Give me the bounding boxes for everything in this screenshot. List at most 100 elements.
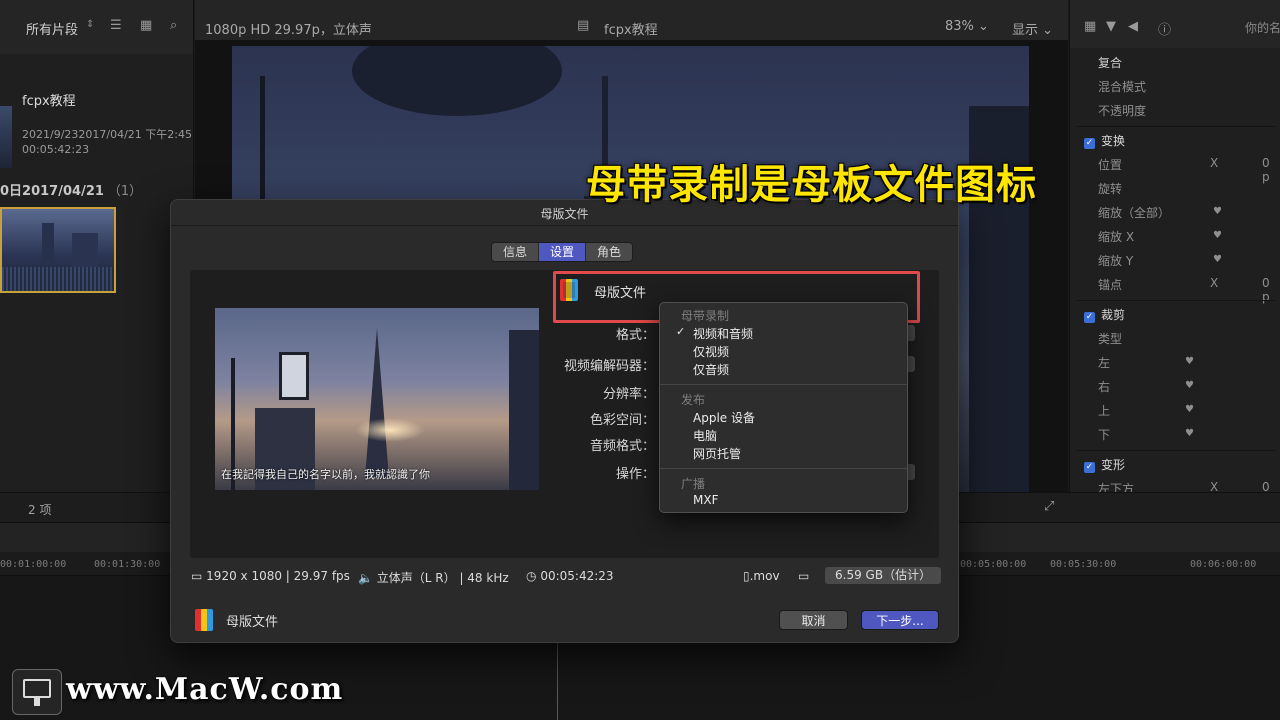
audio-icon[interactable]: ◀ bbox=[1128, 19, 1138, 34]
crop-right-label: 右 bbox=[1098, 380, 1111, 394]
menu-section-mastering: 母带录制 bbox=[681, 309, 730, 323]
video-codec-popup-edge[interactable] bbox=[907, 356, 915, 372]
speaker-icon: 🔈 bbox=[358, 571, 373, 585]
rotation-label: 旋转 bbox=[1098, 182, 1123, 196]
menu-item-web-hosting[interactable]: 网页托管 bbox=[693, 445, 741, 462]
menu-item-audio-only[interactable]: 仅音频 bbox=[693, 361, 729, 378]
action-popup-edge[interactable] bbox=[907, 464, 915, 480]
share-dialog: 母版文件 信息 设置 角色 在我記得我自己的名字以前，我就認識了你 母版文件 格… bbox=[170, 199, 959, 643]
library-toolbar: 所有片段 ⇕ ☰ ▦ ⌕ bbox=[0, 0, 194, 54]
next-button[interactable]: 下一步... bbox=[861, 610, 939, 630]
viewer-zoom[interactable]: 83% ⌄ bbox=[945, 19, 989, 34]
item-count: 2 项 bbox=[28, 503, 52, 517]
search-icon[interactable]: ⌕ bbox=[170, 18, 177, 33]
tab-roles[interactable]: 角色 bbox=[586, 243, 633, 261]
project-dates: 2021/9/232017/04/21 下午2:45 bbox=[22, 128, 193, 141]
clip-thumbnail[interactable] bbox=[0, 207, 116, 293]
crop-type-label: 类型 bbox=[1098, 332, 1123, 346]
fullscreen-icon[interactable]: ⤢ bbox=[1044, 499, 1054, 514]
scale-y-label: 缩放 Y bbox=[1098, 254, 1134, 268]
opacity-label: 不透明度 bbox=[1098, 104, 1147, 118]
position-x-value[interactable]: 0 p bbox=[1262, 156, 1280, 184]
ruler-tick: 00:01:30:00 bbox=[94, 559, 161, 570]
event-group-title: 0日2017/04/21 bbox=[0, 184, 104, 199]
scale-all-label: 缩放（全部） bbox=[1098, 206, 1171, 220]
frame-size-icon: ▭ bbox=[191, 569, 203, 583]
format-label: 格式： bbox=[615, 328, 655, 343]
position-x-label: X bbox=[1210, 156, 1219, 170]
meta-audio: 🔈 立体声（L R） | 48 kHz bbox=[358, 571, 509, 585]
clapper-icon: ▤ bbox=[577, 18, 590, 33]
keyframe-icon[interactable]: ♥ bbox=[1185, 380, 1194, 391]
keyframe-icon[interactable]: ♥ bbox=[1213, 254, 1222, 265]
distort-section[interactable]: ✓ 变形 bbox=[1084, 456, 1125, 473]
film-icon[interactable]: ▦ bbox=[1084, 19, 1096, 34]
menu-item-video-only[interactable]: 仅视频 bbox=[693, 343, 729, 360]
checkmark-icon: ✓ bbox=[676, 325, 686, 338]
ruler-tick: 00:01:00:00 bbox=[0, 559, 67, 570]
menu-item-video-audio[interactable]: 视频和音频 bbox=[693, 325, 753, 342]
resolution-label: 分辨率： bbox=[602, 387, 655, 402]
ruler-tick: 00:05:00:00 bbox=[960, 559, 1027, 570]
library-filter-label[interactable]: 所有片段 bbox=[26, 19, 78, 38]
watermark-text: www.MacW.com bbox=[66, 672, 344, 707]
event-group-count: （1） bbox=[107, 184, 143, 199]
color-space-label: 色彩空间： bbox=[589, 413, 655, 428]
position-label: 位置 bbox=[1098, 158, 1123, 172]
keyframe-icon[interactable]: ♥ bbox=[1213, 206, 1222, 217]
cancel-button[interactable]: 取消 bbox=[779, 610, 848, 630]
menu-section-publish: 发布 bbox=[681, 393, 706, 407]
tutorial-annotation: 母带录制是母板文件图标 bbox=[586, 162, 1037, 208]
tab-settings[interactable]: 设置 bbox=[539, 243, 587, 261]
crop-top-label: 上 bbox=[1098, 404, 1111, 418]
clock-icon: ◷ bbox=[526, 569, 537, 583]
meta-duration: ◷ 00:05:42:23 bbox=[526, 569, 614, 583]
viewer-project-name: fcpx教程 bbox=[604, 23, 658, 38]
estimated-size: 6.59 GB（估计） bbox=[825, 567, 942, 584]
chevron-updown-icon[interactable]: ⇕ bbox=[86, 19, 94, 30]
blend-mode-label: 混合模式 bbox=[1098, 80, 1147, 94]
filmstrip-icon[interactable]: ▦ bbox=[140, 18, 152, 33]
format-popup-edge[interactable] bbox=[907, 325, 915, 341]
viewer-display-menu[interactable]: 显示 ⌄ bbox=[1012, 19, 1053, 38]
playhead[interactable] bbox=[557, 640, 558, 720]
crop-section[interactable]: ✓ 裁剪 bbox=[1084, 306, 1125, 323]
project-name[interactable]: fcpx教程 bbox=[22, 90, 76, 109]
list-view-icon[interactable]: ☰ bbox=[110, 18, 122, 33]
scale-x-label: 缩放 X bbox=[1098, 230, 1135, 244]
menu-item-apple-devices[interactable]: Apple 设备 bbox=[693, 409, 755, 426]
anchor-x-label: X bbox=[1210, 276, 1219, 290]
watermark-monitor-icon bbox=[12, 669, 62, 715]
menu-section-broadcast: 广播 bbox=[681, 477, 706, 491]
menu-item-mxf[interactable]: MXF bbox=[693, 493, 718, 507]
tab-info[interactable]: 信息 bbox=[492, 243, 540, 261]
project-thumbnail[interactable] bbox=[0, 106, 12, 168]
composite-section: 复合 bbox=[1098, 56, 1123, 70]
meta-extension: ▯.mov bbox=[743, 569, 780, 583]
project-duration: 00:05:42:23 bbox=[22, 143, 90, 156]
menu-item-computer[interactable]: 电脑 bbox=[693, 427, 717, 444]
anchor-label: 锚点 bbox=[1098, 278, 1123, 292]
keyframe-icon[interactable]: ♥ bbox=[1185, 404, 1194, 415]
ruler-tick: 00:06:00:00 bbox=[1190, 559, 1257, 570]
inspector-pane: 复合 混合模式 不透明度 ✓ 变换 位置 X 0 p 旋转 缩放（全部） ♥ 缩放… bbox=[1069, 48, 1280, 508]
keyframe-icon[interactable]: ♥ bbox=[1185, 356, 1194, 367]
transform-section[interactable]: ✓ 变换 bbox=[1084, 132, 1125, 149]
preview-image: 在我記得我自己的名字以前，我就認識了你 bbox=[215, 308, 539, 490]
keyframe-icon[interactable]: ♥ bbox=[1185, 428, 1194, 439]
video-codec-label: 视频编解码器： bbox=[563, 359, 655, 374]
keyframe-icon[interactable]: ♥ bbox=[1213, 230, 1222, 241]
format-dropdown-menu: 母带录制 ✓ 视频和音频 仅视频 仅音频 发布 Apple 设备 电脑 网页托管… bbox=[659, 302, 908, 513]
crop-bottom-label: 下 bbox=[1098, 428, 1111, 442]
info-icon[interactable]: ⓘ bbox=[1158, 19, 1171, 38]
event-group-header[interactable]: 0日2017/04/21 （1） bbox=[0, 180, 142, 199]
action-label: 操作： bbox=[615, 467, 655, 482]
audio-format-label: 音频格式： bbox=[589, 439, 655, 454]
inspector-clip-name: 你的名 bbox=[1245, 21, 1280, 35]
viewer-format: 1080p HD 29.97p，立体声 bbox=[205, 23, 372, 38]
inspector-header: ▦ ▼ ◀ ⓘ 你的名 bbox=[1069, 0, 1280, 54]
ruler-tick: 00:05:30:00 bbox=[1050, 559, 1117, 570]
filter-icon[interactable]: ▼ bbox=[1106, 19, 1116, 34]
meta-resolution: ▭ 1920 x 1080 | 29.97 fps bbox=[191, 569, 350, 583]
file-icon: ▯ bbox=[743, 569, 750, 583]
